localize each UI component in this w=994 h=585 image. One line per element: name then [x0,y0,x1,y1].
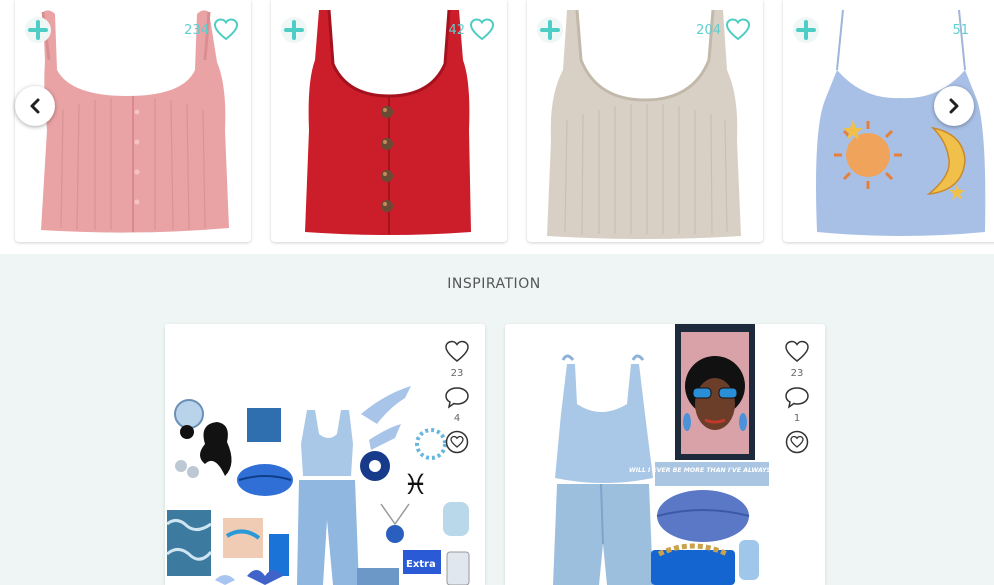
like-count: 23 [450,368,464,379]
set-collage-image[interactable]: ♓ Extra [165,384,475,585]
inspiration-set[interactable]: ♓ Extra 23 4 [165,324,485,585]
plus-icon[interactable] [537,17,563,43]
heart-icon[interactable] [725,18,751,42]
set-collage-image[interactable]: WILL I EVER BE MORE THAN I'VE ALWAYS BEE… [505,324,805,585]
product-card[interactable]: 204 [527,0,763,242]
heart-icon[interactable] [469,18,495,42]
comment-count: 4 [453,413,461,424]
comment-icon[interactable] [444,385,470,409]
plus-icon[interactable] [25,17,51,43]
carousel-next-button[interactable] [934,86,974,126]
like-count: 23 [790,368,804,379]
plus-icon[interactable] [793,17,819,43]
heart-save-icon[interactable] [444,430,470,454]
inspiration-set[interactable]: WILL I EVER BE MORE THAN I'VE ALWAYS BEE… [505,324,825,585]
chevron-left-icon [30,98,40,114]
product-carousel: 234 42 204 51 [0,0,994,254]
heart-icon[interactable] [444,340,470,364]
carousel-prev-button[interactable] [15,86,55,126]
like-count: 51 [952,23,969,38]
svg-text:♓: ♓ [403,468,428,501]
like-count: 42 [448,23,465,38]
heart-icon[interactable] [213,18,239,42]
plus-icon[interactable] [281,17,307,43]
product-card[interactable]: 234 [15,0,251,242]
product-card[interactable]: 42 [271,0,507,242]
poster-text: WILL I EVER BE MORE THAN I'VE ALWAYS BEE… [629,467,796,474]
svg-text:Extra: Extra [406,559,436,570]
heart-icon[interactable] [784,340,810,364]
comment-count: 1 [793,413,801,424]
section-title: INSPIRATION [447,276,541,292]
set-actions: 23 1 [783,340,811,454]
heart-save-icon[interactable] [784,430,810,454]
set-actions: 23 4 [443,340,471,454]
comment-icon[interactable] [784,385,810,409]
like-count: 234 [184,23,209,38]
chevron-right-icon [949,98,959,114]
like-count: 204 [696,23,721,38]
